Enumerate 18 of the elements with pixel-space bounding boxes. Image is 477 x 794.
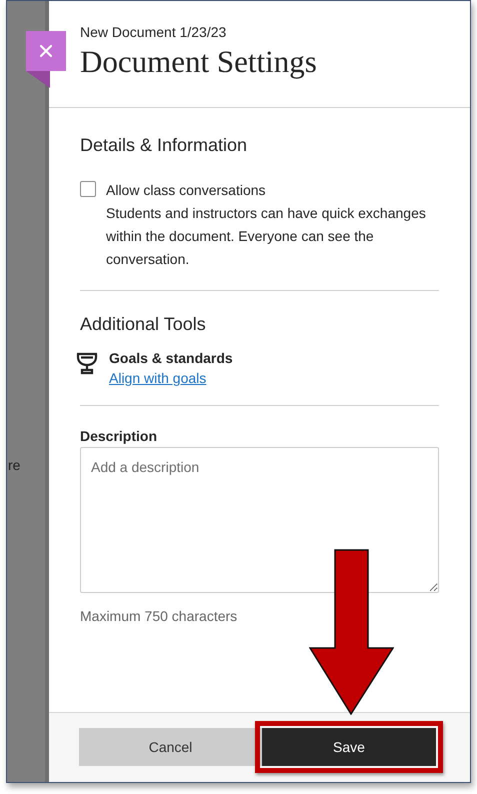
cancel-button[interactable]: Cancel — [79, 728, 262, 766]
section-heading: Additional Tools — [80, 313, 207, 336]
checkbox-help: Students and instructors can have quick exchanges within the document. Everyone can see the conversation. — [106, 204, 427, 269]
section-heading: Details & Information — [80, 134, 248, 157]
panel-title: Document Settings — [80, 43, 318, 81]
align-link[interactable]: Align with goals — [109, 368, 206, 388]
document-name: New Document 1/23/23 — [80, 23, 228, 42]
field-label: Description — [80, 427, 158, 446]
checkbox[interactable] — [80, 181, 96, 197]
save-button[interactable]: Save — [262, 728, 436, 766]
description-field[interactable]: Add a description — [80, 447, 439, 593]
checkbox-label: Allow class conversations — [106, 181, 267, 200]
trophy-icon — [75, 351, 99, 375]
fold-corner-drawing — [26, 71, 50, 88]
character-limit-hint: Maximum 750 characters — [80, 607, 238, 626]
tool-title: Goals & standards — [109, 349, 233, 368]
background-text: re — [8, 456, 22, 475]
close-button[interactable] — [26, 31, 66, 71]
